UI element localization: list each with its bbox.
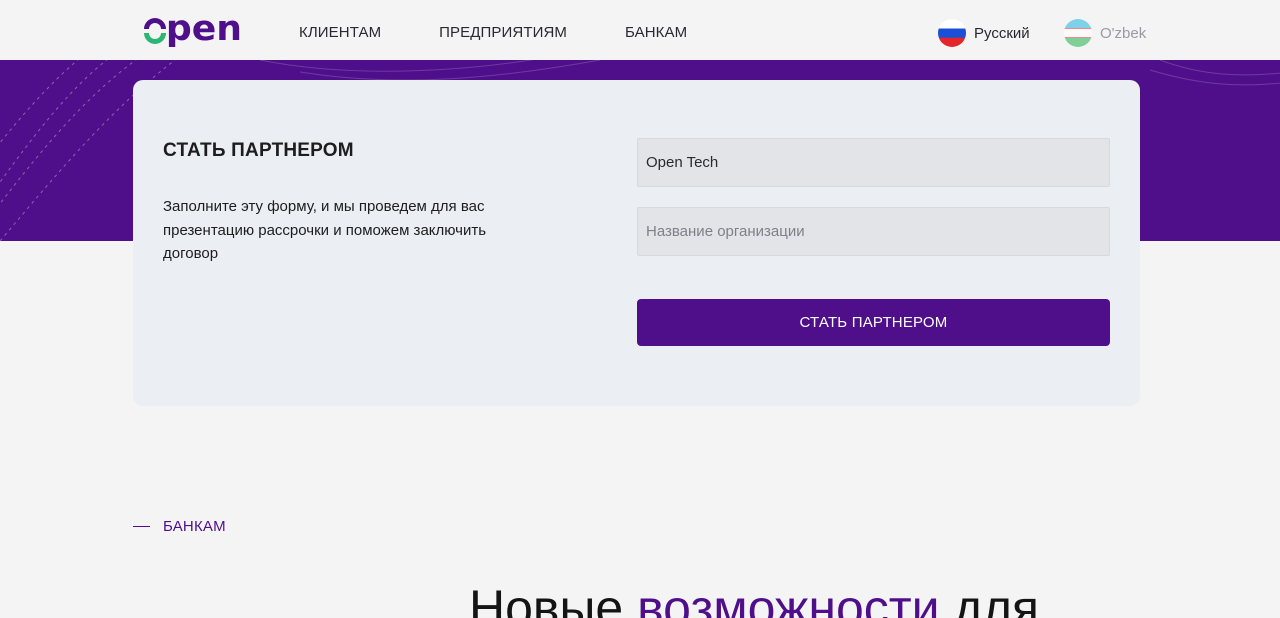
- nav-enterprises[interactable]: ПРЕДПРИЯТИЯМ: [439, 24, 567, 41]
- language-uzbek[interactable]: O'zbek: [1064, 19, 1146, 47]
- banks-section-tag: БАНКАМ: [133, 518, 226, 535]
- banks-tag-label: БАНКАМ: [163, 518, 226, 535]
- headline-part1: Новые: [469, 580, 638, 618]
- banks-headline: Новые возможности для: [469, 578, 1039, 618]
- site-header: open КЛИЕНТАМ ПРЕДПРИЯТИЯМ БАНКАМ Русски…: [0, 0, 1280, 60]
- language-russian[interactable]: Русский: [938, 19, 1030, 47]
- headline-accent: возможности: [637, 580, 940, 618]
- organization-name-input[interactable]: [637, 207, 1110, 256]
- russia-flag-icon: [938, 19, 966, 47]
- form-description: Заполните эту форму, и мы проведем для в…: [163, 198, 487, 262]
- form-title: СТАТЬ ПАРТНЕРОМ: [163, 140, 354, 161]
- language-label-uzbek: O'zbek: [1100, 24, 1147, 42]
- become-partner-button[interactable]: СТАТЬ ПАРТНЕРОМ: [637, 299, 1110, 346]
- main-nav: КЛИЕНТАМ ПРЕДПРИЯТИЯМ БАНКАМ: [299, 24, 687, 41]
- tag-dash: [133, 526, 150, 527]
- open-logo[interactable]: open: [141, 12, 243, 50]
- company-name-input[interactable]: [637, 138, 1110, 187]
- partner-form-card: СТАТЬ ПАРТНЕРОМ Заполните эту форму, и м…: [133, 80, 1140, 406]
- nav-banks[interactable]: БАНКАМ: [625, 24, 687, 41]
- uzbekistan-flag-icon: [1064, 19, 1092, 47]
- headline-part2: для: [939, 580, 1039, 618]
- language-label-russian: Русский: [974, 24, 1030, 42]
- nav-clients[interactable]: КЛИЕНТАМ: [299, 24, 381, 41]
